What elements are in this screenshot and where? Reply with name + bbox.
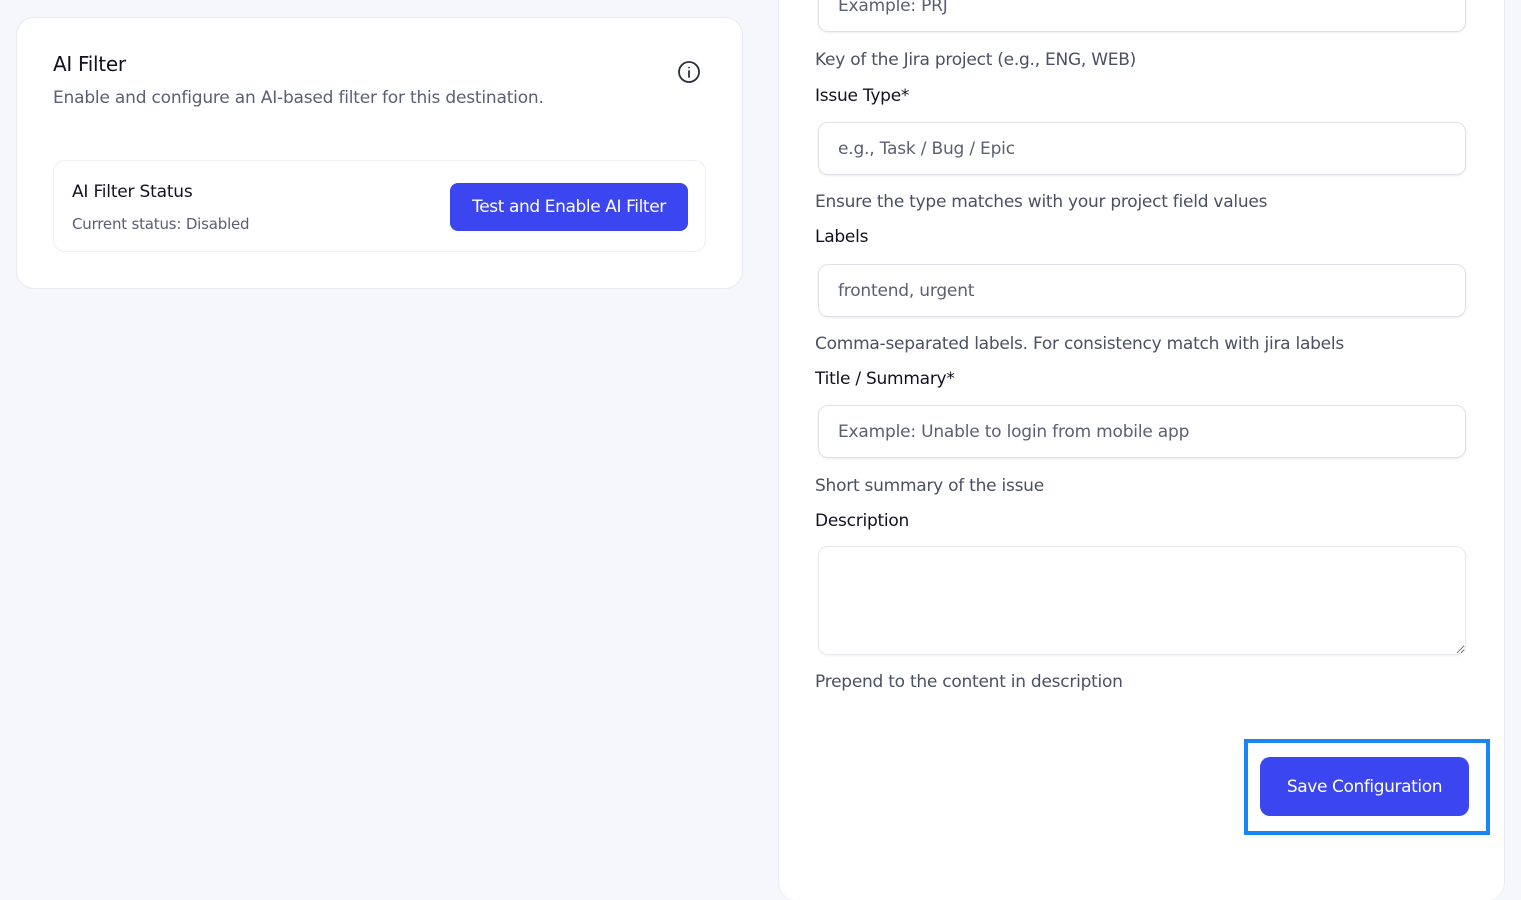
title-summary-input[interactable] [818,405,1466,458]
project-key-input[interactable] [818,0,1466,32]
ai-filter-status-title: AI Filter Status [72,182,193,202]
ai-filter-current-status: Current status: Disabled [72,215,250,233]
ai-filter-status-box: AI Filter Status Current status: Disable… [53,160,706,252]
title-summary-help: Short summary of the issue [815,476,1044,496]
labels-help: Comma-separated labels. For consistency … [815,334,1344,354]
ai-filter-card: AI Filter Enable and configure an AI-bas… [16,17,743,289]
save-configuration-button[interactable]: Save Configuration [1260,757,1469,816]
test-and-enable-ai-filter-button[interactable]: Test and Enable AI Filter [450,183,688,231]
ai-filter-subtitle: Enable and configure an AI-based filter … [53,88,544,108]
issue-type-label: Issue Type* [815,86,910,106]
project-key-help: Key of the Jira project (e.g., ENG, WEB) [815,50,1137,70]
title-summary-label: Title / Summary* [815,369,955,389]
issue-type-help: Ensure the type matches with your projec… [815,192,1268,212]
issue-type-input[interactable] [818,122,1466,175]
labels-label: Labels [815,227,869,247]
description-label: Description [815,511,910,531]
ai-filter-title: AI Filter [53,52,126,76]
info-circle-icon[interactable] [677,60,701,84]
labels-input[interactable] [818,264,1466,317]
description-help: Prepend to the content in description [815,672,1123,692]
description-textarea[interactable] [818,546,1466,655]
